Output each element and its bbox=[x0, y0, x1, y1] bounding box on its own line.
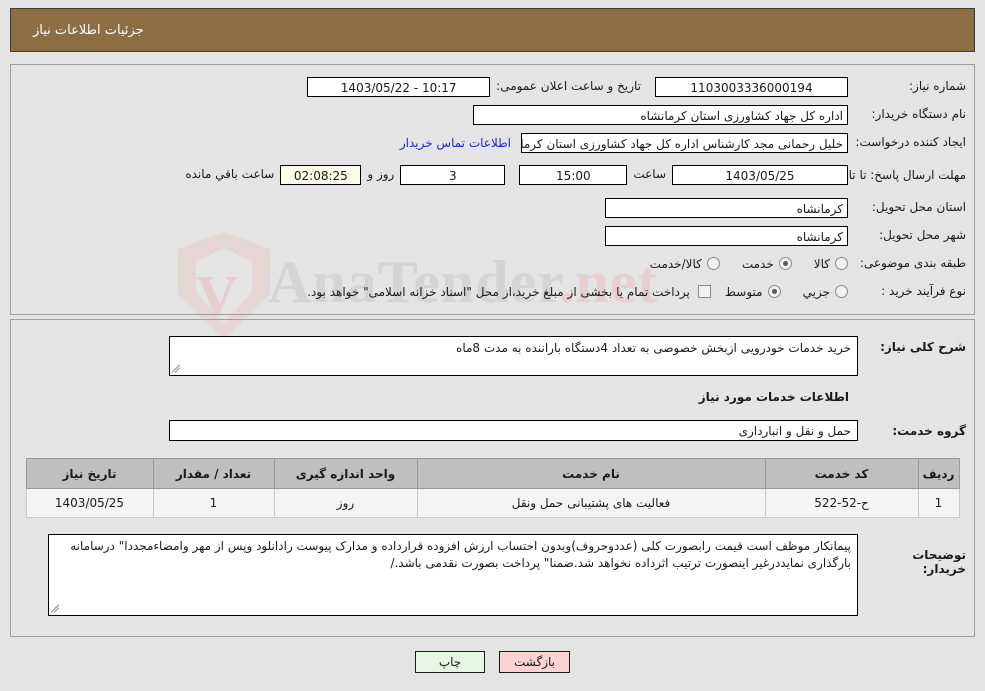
category-radio-group: کالا خدمت کالا/خدمت bbox=[650, 257, 848, 271]
row-buyer-org: نام دستگاه خریدار: اداره کل جهاد کشاورزی… bbox=[19, 102, 966, 127]
category-option-service[interactable]: خدمت bbox=[742, 257, 774, 271]
column-header-unit: واحد اندازه گیری bbox=[273, 458, 418, 489]
purchase-process-radio-group: جزیي متوسط bbox=[725, 285, 848, 299]
need-number-field: 1103003336000194 bbox=[655, 76, 848, 97]
need-number-label: شماره نیاز: bbox=[909, 78, 966, 93]
category-option-goods-service[interactable]: کالا/خدمت bbox=[650, 257, 702, 271]
row-delivery-city: شهر محل تحویل: کرمانشاه bbox=[19, 223, 966, 248]
deadline-days-field: 3 bbox=[400, 165, 506, 185]
purchase-process-option-minor[interactable]: جزیي bbox=[803, 285, 830, 299]
column-header-radif: ردیف bbox=[917, 458, 960, 489]
deadline-countdown-field: 02:08:25 bbox=[280, 165, 362, 185]
need-summary-panel: شماره نیاز: 1103003336000194 تاریخ و ساع… bbox=[10, 64, 975, 315]
deadline-days-label: روز و bbox=[367, 167, 395, 182]
row-request-creator: ایجاد کننده درخواست: خلیل رحمانی مجد کار… bbox=[19, 130, 966, 155]
row-service-group: گروه خدمت: حمل و نقل و انبارداری bbox=[19, 420, 966, 441]
table-header-row: ردیف کد خدمت نام خدمت واحد اندازه گیری ت… bbox=[25, 458, 960, 489]
table-row: 1 ح-52-522 فعالیت های پشتیبانی حمل ونقل … bbox=[25, 488, 960, 518]
column-header-name: نام خدمت bbox=[416, 458, 766, 489]
purchase-process-option-medium[interactable]: متوسط bbox=[725, 285, 763, 299]
purchase-process-radio-minor[interactable] bbox=[835, 285, 848, 298]
deadline-time-label: ساعت bbox=[633, 167, 666, 182]
delivery-province-field: کرمانشاه bbox=[605, 197, 848, 218]
cell-unit: روز bbox=[273, 488, 418, 518]
cell-qty: 1 bbox=[152, 488, 275, 518]
purchase-process-radio-medium[interactable] bbox=[767, 285, 781, 298]
deadline-countdown-label: ساعت باقي مانده bbox=[185, 167, 275, 182]
buyer-notes-textarea[interactable]: پیمانکار موظف است قیمت رابصورت کلی (عددو… bbox=[48, 534, 858, 616]
cell-name: فعالیت های پشتیبانی حمل ونقل bbox=[416, 488, 766, 518]
buyer-contact-link[interactable]: اطلاعات تماس خریدار bbox=[400, 136, 511, 150]
row-delivery-province: استان محل تحویل: کرمانشاه bbox=[19, 195, 966, 220]
row-general-description: شرح کلی نیاز: خرید خدمات خودرویی ازبخش خ… bbox=[19, 336, 966, 376]
services-section-title: اطلاعات خدمات مورد نیاز bbox=[698, 390, 849, 404]
back-button[interactable]: بازگشت bbox=[499, 651, 570, 673]
print-button[interactable]: چاپ bbox=[415, 651, 485, 673]
purchase-process-label: نوع فرآیند خرید : bbox=[881, 283, 966, 298]
buyer-org-label: نام دستگاه خریدار: bbox=[871, 106, 967, 121]
service-group-label: گروه خدمت: bbox=[892, 423, 966, 438]
deadline-date-field: 1403/05/25 bbox=[672, 165, 848, 185]
request-creator-field: خلیل رحمانی مجد کارشناس اداره کل جهاد کش… bbox=[521, 132, 848, 153]
footer-actions: بازگشت چاپ bbox=[0, 651, 985, 673]
general-description-text: خرید خدمات خودرویی ازبخش خصوصی به تعداد … bbox=[456, 341, 851, 355]
delivery-province-label: استان محل تحویل: bbox=[871, 199, 966, 214]
resize-handle-icon bbox=[50, 604, 61, 614]
general-description-label: شرح کلی نیاز: bbox=[880, 340, 966, 354]
buyer-notes-label: توضیحات خریدار: bbox=[912, 548, 966, 576]
treasury-bonds-label: پرداخت تمام یا بخشی از مبلغ خرید،از محل … bbox=[307, 284, 690, 299]
buyer-notes-text: پیمانکار موظف است قیمت رابصورت کلی (عددو… bbox=[70, 539, 851, 571]
page-title: جزئیات اطلاعات نیاز bbox=[33, 22, 144, 38]
column-header-date: تاریخ نیاز bbox=[25, 458, 154, 489]
category-option-goods[interactable]: کالا bbox=[814, 257, 830, 271]
category-radio-goods[interactable] bbox=[835, 257, 848, 270]
page-root: جزئیات اطلاعات نیاز شماره نیاز: 11030033… bbox=[0, 0, 985, 691]
row-buyer-notes: توضیحات خریدار: پیمانکار موظف است قیمت ر… bbox=[19, 534, 966, 616]
row-need-number: شماره نیاز: 1103003336000194 تاریخ و ساع… bbox=[19, 74, 966, 99]
row-purchase-process: نوع فرآیند خرید : جزیي متوسط پرداخت تمام… bbox=[19, 279, 966, 304]
public-announce-label: تاریخ و ساعت اعلان عمومی: bbox=[496, 78, 641, 93]
deadline-time-field: 15:00 bbox=[519, 165, 628, 185]
general-description-textarea[interactable]: خرید خدمات خودرویی ازبخش خصوصی به تعداد … bbox=[169, 336, 858, 376]
row-category: طبقه بندی موضوعی: کالا خدمت کالا/خدمت bbox=[19, 251, 966, 276]
buyer-org-field: اداره کل جهاد کشاورزی استان کرمانشاه bbox=[473, 104, 848, 125]
category-label: طبقه بندی موضوعی: bbox=[859, 255, 966, 270]
request-creator-label: ایجاد کننده درخواست: bbox=[855, 134, 966, 149]
row-response-deadline: مهلت ارسال پاسخ: تا تاریخ: 1403/05/25 سا… bbox=[19, 158, 966, 192]
page-header-bar: جزئیات اطلاعات نیاز bbox=[10, 8, 975, 52]
need-details-panel: شرح کلی نیاز: خرید خدمات خودرویی ازبخش خ… bbox=[10, 319, 975, 637]
column-header-code: کد خدمت bbox=[764, 458, 919, 489]
treasury-bonds-checkbox[interactable] bbox=[697, 285, 711, 298]
column-header-qty: تعداد / مقدار bbox=[152, 458, 275, 489]
delivery-city-field: کرمانشاه bbox=[605, 225, 848, 246]
public-announce-field: 10:17 - 1403/05/22 bbox=[307, 76, 491, 97]
resize-handle-icon bbox=[171, 364, 182, 374]
cell-code: ح-52-522 bbox=[764, 488, 919, 518]
category-radio-goods-service[interactable] bbox=[706, 257, 720, 270]
services-table: ردیف کد خدمت نام خدمت واحد اندازه گیری ت… bbox=[25, 458, 960, 518]
service-group-field: حمل و نقل و انبارداری bbox=[169, 420, 858, 441]
delivery-city-label: شهر محل تحویل: bbox=[879, 227, 966, 242]
cell-date: 1403/05/25 bbox=[25, 488, 154, 518]
category-radio-service[interactable] bbox=[778, 257, 792, 270]
cell-radif: 1 bbox=[917, 488, 960, 518]
response-deadline-label: مهلت ارسال پاسخ: تا تاریخ: bbox=[827, 167, 966, 182]
